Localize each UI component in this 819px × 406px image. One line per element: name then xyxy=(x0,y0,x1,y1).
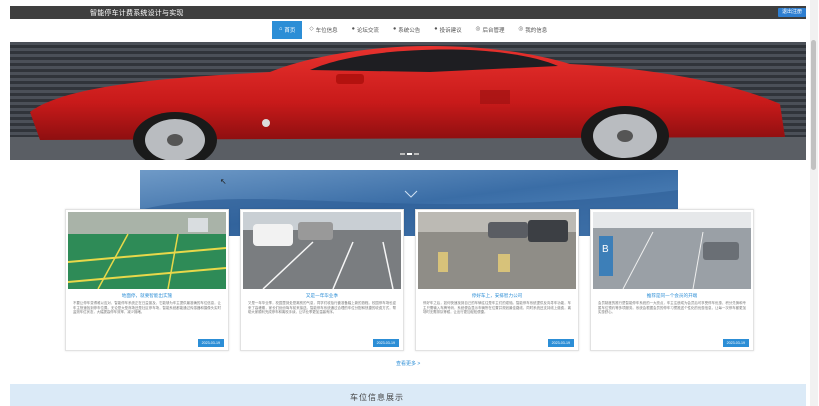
nav-item-label: 论坛交流 xyxy=(356,28,379,34)
news-card[interactable]: 停好车上，安排智力公司停好车之后，如何快速找到自己的车辆往往是车主们的烦恼。智能… xyxy=(415,209,579,351)
news-card-date: 2023-03-19 xyxy=(372,339,399,347)
news-card-date: 2023-03-19 xyxy=(197,339,224,347)
news-card-description: 又是一年毕业季，校园里到处是离别的气息，同学们收拾行囊准备踏上新的旅程。校园停车… xyxy=(248,301,396,315)
carousel-dot[interactable] xyxy=(407,153,412,155)
news-card[interactable]: B 推荐是同一个会员的开端会员制度的推行是智能停车系统的一大亮点，车主注册成为会员… xyxy=(590,209,754,351)
news-card-title[interactable]: 推荐是同一个会员的开端 xyxy=(595,293,749,299)
profile-icon: ◎ xyxy=(518,26,524,33)
carousel-dot[interactable] xyxy=(414,153,419,155)
nav-item-label: 系统公告 xyxy=(398,28,421,34)
news-card-description: 停好车之后，如何快速找到自己的车辆往往是车主们的烦恼。智能停车系统提供反向寻车功… xyxy=(423,301,571,315)
carousel-indicators xyxy=(400,153,419,155)
nav-item-3[interactable]: ● 系统公告 xyxy=(386,21,427,39)
nav-item-label: 首页 xyxy=(284,28,296,34)
news-list: 地面停，就要智能出实施不要让停车变得难以应对，智能停车系统正在日益普及，它能够为… xyxy=(65,209,765,351)
nav-item-label: 后台管理 xyxy=(482,28,505,34)
notice-icon: ● xyxy=(392,26,397,33)
section-title: 车位信息展示 xyxy=(350,393,404,402)
nav-item-0[interactable]: ⌂ 首页 xyxy=(272,21,303,39)
scrollbar[interactable] xyxy=(810,0,818,406)
news-card-date: 2023-03-19 xyxy=(722,339,749,347)
view-more-link[interactable]: 查看更多 > xyxy=(396,360,420,367)
carousel-dot[interactable] xyxy=(400,153,405,155)
news-card-title[interactable]: 停好车上，安排智力公司 xyxy=(420,293,574,299)
site-title: 智能停车计费系统设计与实现 xyxy=(90,10,184,17)
nav-item-label: 车位信息 xyxy=(315,28,338,34)
feedback-icon: ● xyxy=(434,26,438,33)
news-card-image[interactable] xyxy=(243,212,401,289)
news-card-image[interactable]: B xyxy=(593,212,751,289)
scrollbar-thumb[interactable] xyxy=(811,40,816,170)
nav-item-5[interactable]: ◎ 后台管理 xyxy=(469,21,512,39)
user-icon: ◎ xyxy=(475,26,481,33)
news-card-title[interactable]: 地面停，就要智能出实施 xyxy=(70,293,224,299)
page: 智能停车计费系统设计与实现 退出注册 ⌂ 首页 ◇ 车位信息 ● 论坛交流 ● 系统公告 ● 投诉… xyxy=(10,6,806,406)
section-band xyxy=(10,384,806,406)
nav-item-label: 投诉建议 xyxy=(439,28,462,34)
news-icon: ● xyxy=(351,26,355,33)
top-bar: 智能停车计费系统设计与实现 退出注册 xyxy=(10,6,806,19)
nav-item-label: 我的信息 xyxy=(525,28,548,34)
nav-item-1[interactable]: ◇ 车位信息 xyxy=(302,21,344,39)
news-card-date: 2023-03-19 xyxy=(547,339,574,347)
news-card[interactable]: 又是一年毕业季又是一年毕业季，校园里到处是离别的气息，同学们收拾行囊准备踏上新的… xyxy=(240,209,404,351)
hero-car-image xyxy=(10,42,806,160)
logout-button[interactable]: 退出注册 xyxy=(777,8,806,17)
news-card-title[interactable]: 又是一年毕业季 xyxy=(245,293,399,299)
nav-item-2[interactable]: ● 论坛交流 xyxy=(345,21,386,39)
nav-item-6[interactable]: ◎ 我的信息 xyxy=(511,21,554,39)
news-card-image[interactable] xyxy=(418,212,576,289)
mouse-cursor: ↖ xyxy=(220,177,227,186)
news-card[interactable]: 地面停，就要智能出实施不要让停车变得难以应对，智能停车系统正在日益普及，它能够为… xyxy=(65,209,229,351)
info-icon: ◇ xyxy=(309,26,314,33)
main-nav: ⌂ 首页 ◇ 车位信息 ● 论坛交流 ● 系统公告 ● 投诉建议 ◎ 后台管理 ◎ 我的信息 xyxy=(272,21,554,39)
news-card-image[interactable] xyxy=(68,212,226,289)
home-icon: ⌂ xyxy=(279,26,283,33)
svg-text:B: B xyxy=(602,244,609,255)
nav-item-4[interactable]: ● 投诉建议 xyxy=(427,21,468,39)
news-card-description: 不要让停车变得难以应对，智能停车系统正在日益普及，它能够为车主提供最准确的车位信… xyxy=(73,301,221,315)
hero-carousel[interactable] xyxy=(10,42,806,160)
news-card-description: 会员制度的推行是智能停车系统的一大亮点，车主注册成为会员后可享受停车优惠、积分兑… xyxy=(598,301,746,315)
